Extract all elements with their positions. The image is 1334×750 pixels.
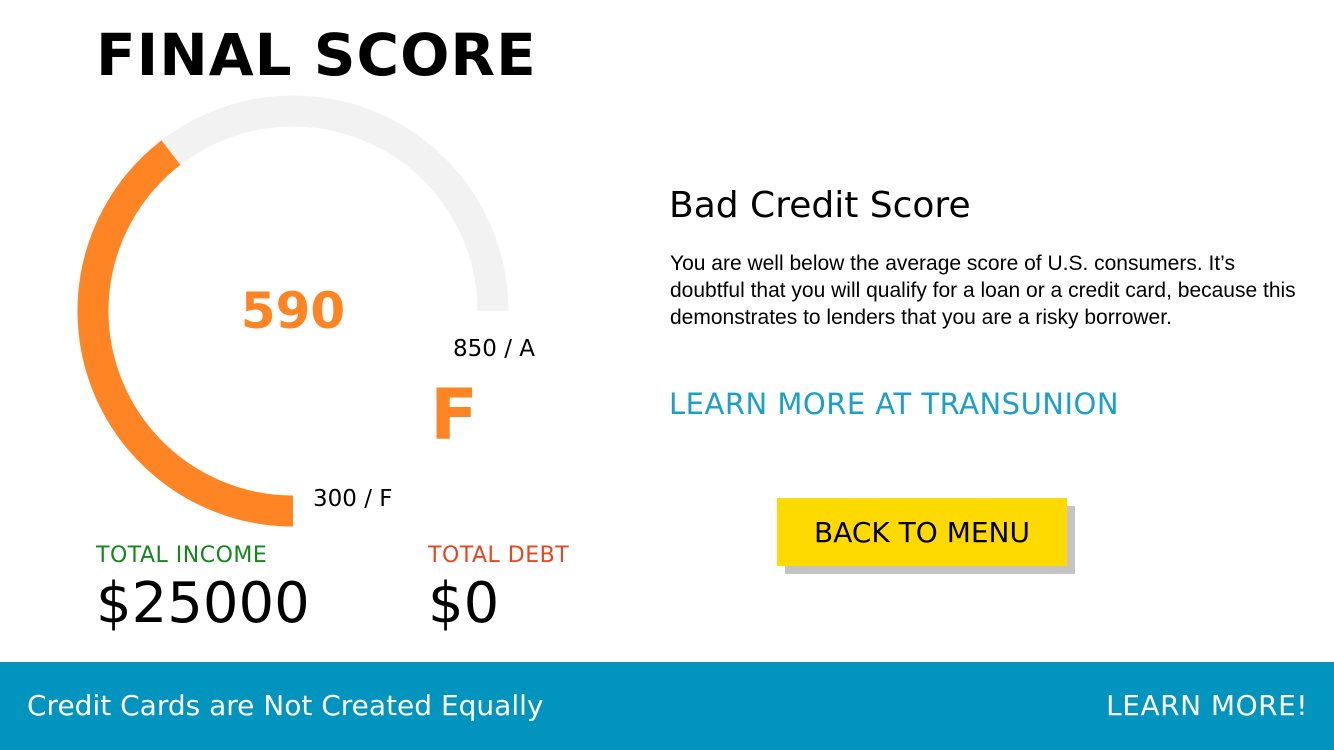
- page-title: FINAL SCORE: [96, 21, 537, 89]
- footer-banner-text: Credit Cards are Not Created Equally: [27, 689, 544, 722]
- total-debt-value: $0: [428, 571, 500, 636]
- gauge-min-label: 300 / F: [313, 486, 393, 512]
- credit-grade: F: [430, 374, 478, 456]
- footer-banner: Credit Cards are Not Created Equally LEA…: [0, 662, 1334, 750]
- rating-heading: Bad Credit Score: [669, 185, 971, 226]
- learn-more-transunion-link[interactable]: LEARN MORE AT TRANSUNION: [669, 390, 1119, 419]
- credit-score-value: 590: [240, 282, 346, 340]
- total-debt-label: TOTAL DEBT: [428, 543, 570, 568]
- back-to-menu-button[interactable]: BACK TO MENU: [777, 498, 1067, 566]
- gauge-max-label: 850 / A: [453, 336, 536, 362]
- total-income-value: $25000: [96, 571, 310, 636]
- rating-description: You are well below the average score of …: [670, 252, 1296, 329]
- total-income-label: TOTAL INCOME: [96, 543, 268, 568]
- footer-learn-more-link[interactable]: LEARN MORE!: [1106, 692, 1308, 720]
